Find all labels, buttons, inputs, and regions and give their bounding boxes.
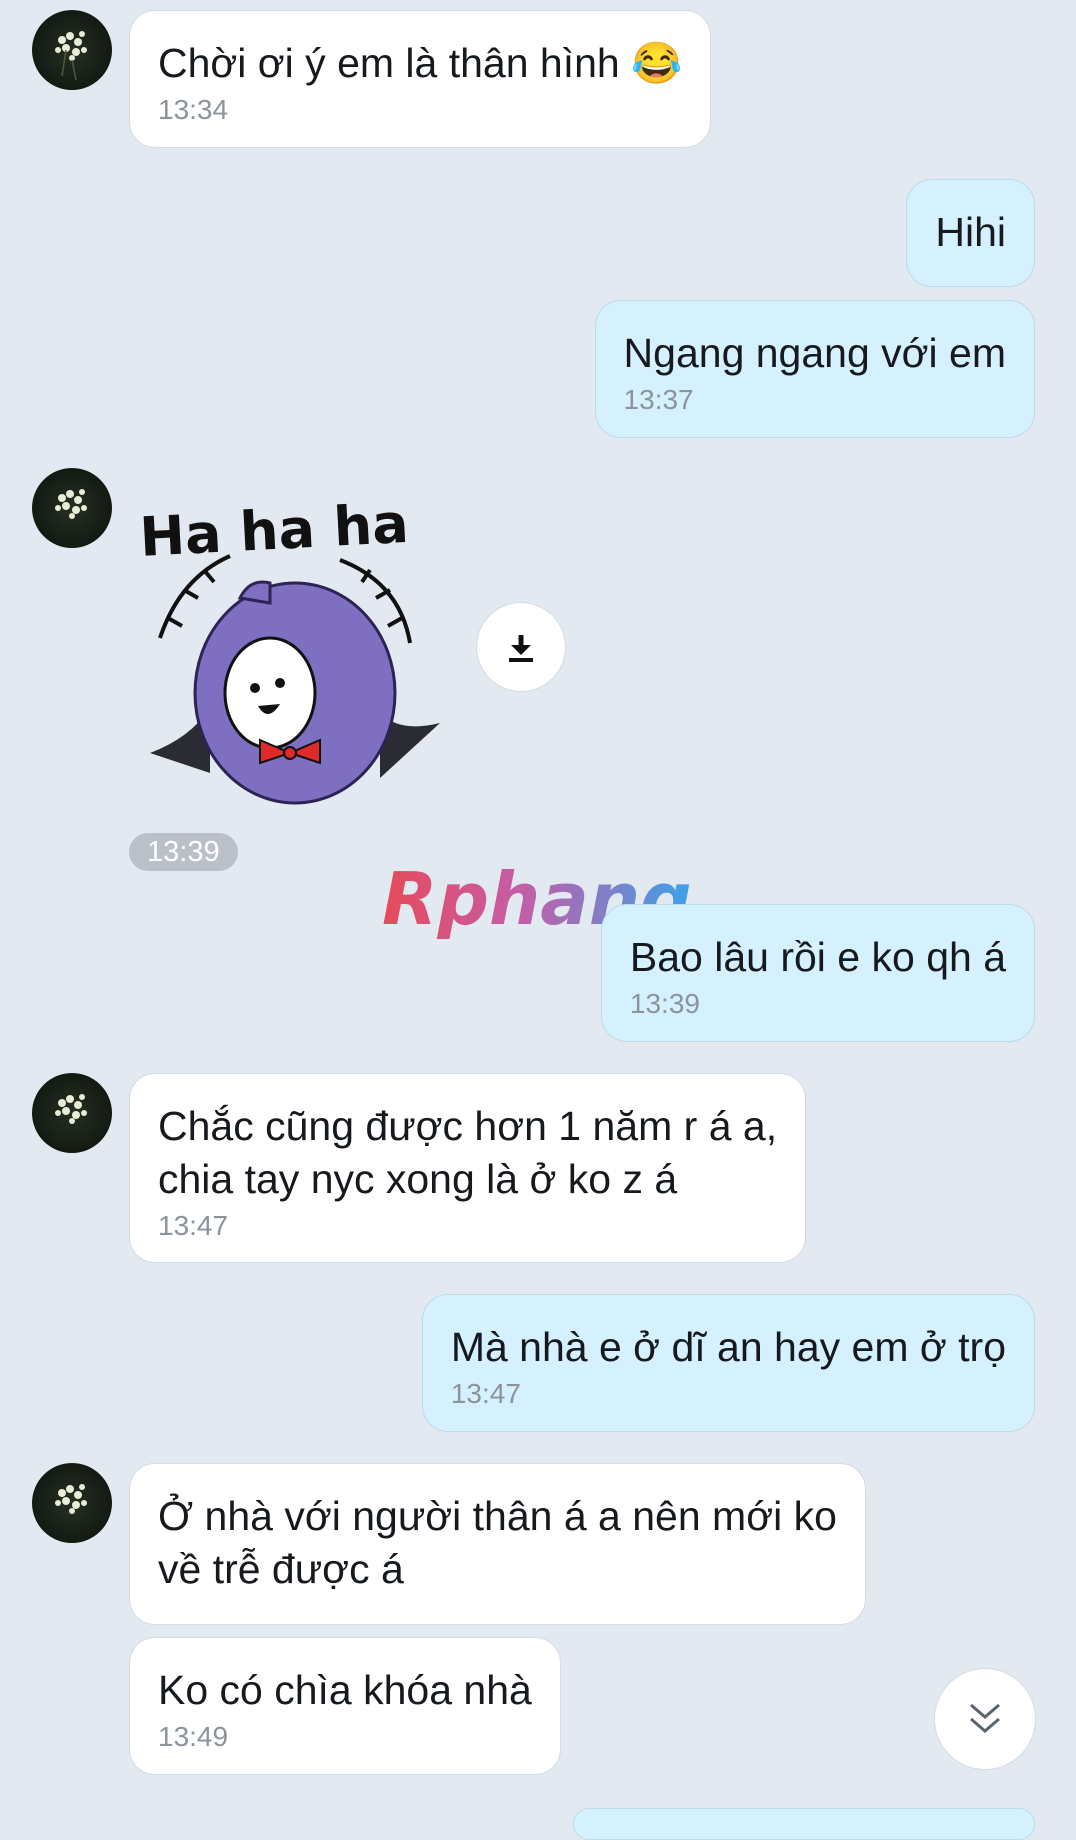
scroll-to-bottom-button[interactable] [934, 1668, 1036, 1770]
message-time: 13:37 [623, 384, 694, 415]
contact-avatar[interactable] [32, 1463, 112, 1543]
contact-avatar[interactable] [32, 468, 112, 548]
message-time: 13:39 [629, 988, 700, 1019]
message-bubble-outgoing[interactable]: Bao lâu rồi e ko qh á 13:39 [600, 904, 1035, 1042]
message-text: Chắc cũng được hơn 1 năm r á a, chia tay… [158, 1103, 778, 1202]
message-bubble-outgoing[interactable]: Mà nhà e ở dĩ an hay em ở trọ 13:47 [421, 1294, 1035, 1432]
download-icon [509, 635, 533, 662]
chevron-double-down-icon [970, 1703, 1000, 1733]
flower-avatar-icon [55, 489, 87, 519]
sticker-time: 13:39 [129, 833, 238, 871]
message-bubble-incoming[interactable]: Ở nhà với người thân á a nên mới ko về t… [129, 1463, 866, 1625]
message-bubble-incoming[interactable]: Chời ơi ý em là thân hình 😂 13:34 [129, 10, 712, 148]
message-time: 13:47 [450, 1378, 521, 1409]
message-bubble-incoming[interactable]: Ko có chìa khóa nhà 13:49 [129, 1637, 561, 1775]
contact-avatar[interactable] [32, 1073, 112, 1153]
message-bubble-outgoing[interactable]: Hihi [906, 179, 1035, 287]
download-button[interactable] [476, 602, 566, 692]
message-text: Chời ơi ý em là thân hình 😂 [158, 40, 683, 86]
message-bubble-outgoing[interactable]: Ngang ngang với em 13:37 [594, 300, 1035, 438]
message-text: Ngang ngang với em [623, 330, 1006, 376]
sticker-haha[interactable]: Ha ha ha [138, 478, 450, 818]
message-text: Ko có chìa khóa nhà [158, 1667, 532, 1713]
message-time: 13:34 [158, 94, 229, 125]
flower-avatar-icon [55, 31, 87, 81]
contact-avatar[interactable] [32, 10, 112, 90]
message-time: 13:47 [158, 1210, 229, 1241]
message-text: Mà nhà e ở dĩ an hay em ở trọ [450, 1324, 1006, 1370]
message-bubble-outgoing-partial [573, 1808, 1035, 1840]
message-text: Ở nhà với người thân á a nên mới ko về t… [158, 1493, 837, 1592]
message-time: 13:49 [158, 1721, 229, 1752]
message-text: Hihi [935, 209, 1006, 255]
flower-avatar-icon [55, 1484, 87, 1514]
flower-avatar-icon [55, 1094, 87, 1124]
sticker-caption: Ha ha ha [140, 492, 410, 569]
message-text: Bao lâu rồi e ko qh á [629, 934, 1006, 980]
message-bubble-incoming[interactable]: Chắc cũng được hơn 1 năm r á a, chia tay… [129, 1073, 807, 1263]
